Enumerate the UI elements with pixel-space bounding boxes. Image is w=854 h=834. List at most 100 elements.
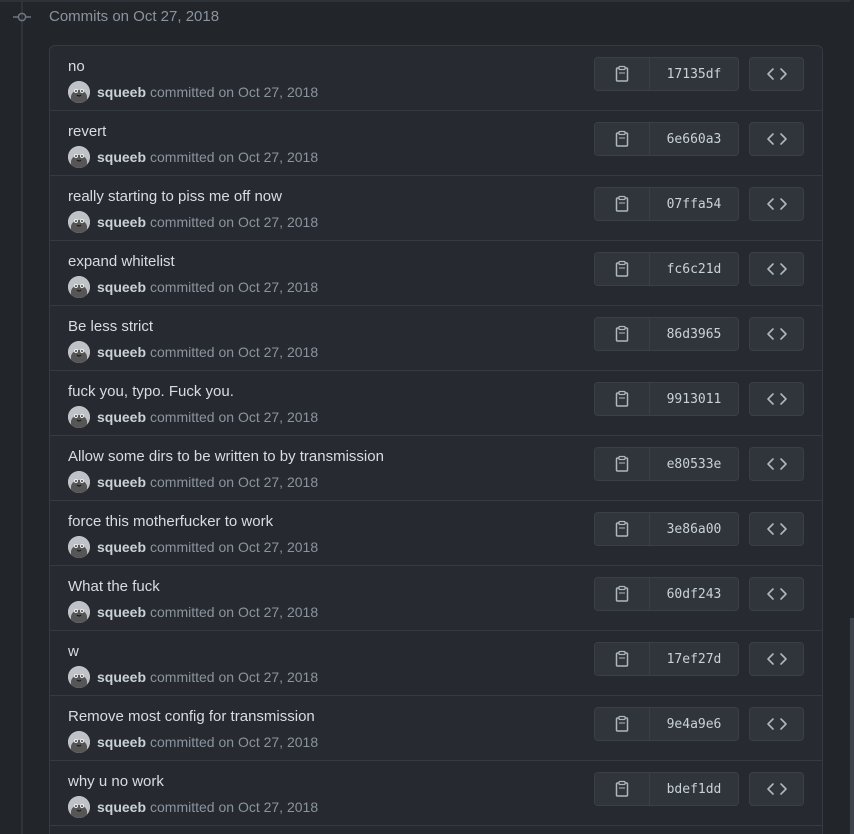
sha-button-group: 17135df — [594, 57, 739, 91]
commit-author-link[interactable]: squeeb — [97, 344, 146, 360]
copy-sha-button[interactable] — [595, 123, 650, 155]
commit-date: committed on Oct 27, 2018 — [150, 84, 319, 100]
commit-sha-link[interactable]: 6e660a3 — [650, 123, 738, 155]
avatar[interactable] — [68, 211, 90, 233]
code-icon — [766, 783, 787, 795]
commit-sha-link[interactable]: fc6c21d — [650, 253, 738, 285]
copy-sha-button[interactable] — [595, 58, 650, 90]
commit-author-link[interactable]: squeeb — [97, 409, 146, 425]
commit-row: really starting to piss me off now squee… — [50, 176, 822, 241]
copy-sha-button[interactable] — [595, 578, 650, 610]
clipboard-icon — [615, 455, 629, 472]
avatar[interactable] — [68, 276, 90, 298]
commit-author-link[interactable]: squeeb — [97, 279, 146, 295]
sha-button-group: 17ef27d — [594, 642, 739, 676]
scrollbar-thumb[interactable] — [850, 618, 854, 834]
commit-author-link[interactable]: squeeb — [97, 214, 146, 230]
copy-sha-button[interactable] — [595, 188, 650, 220]
browse-repository-button[interactable] — [749, 187, 804, 221]
commit-date: committed on Oct 27, 2018 — [150, 279, 319, 295]
commit-sha-link[interactable]: 17135df — [650, 58, 738, 90]
avatar[interactable] — [68, 341, 90, 363]
commit-list: no squeeb committed on Oct 27, 2018 1713… — [49, 45, 823, 834]
commit-sha-link[interactable]: 60df243 — [650, 578, 738, 610]
commit-author-link[interactable]: squeeb — [97, 734, 146, 750]
avatar[interactable] — [68, 146, 90, 168]
commit-message-link[interactable]: What the fuck — [68, 578, 160, 595]
commit-row: expand whitelist squeeb committed on Oct… — [50, 241, 822, 306]
commit-author-link[interactable]: squeeb — [97, 474, 146, 490]
commit-sha-link[interactable]: 3e86a00 — [650, 513, 738, 545]
sha-button-group: e80533e — [594, 447, 739, 481]
commit-author-link[interactable]: squeeb — [97, 149, 146, 165]
sha-button-group: fc6c21d — [594, 252, 739, 286]
commit-sha-link[interactable]: 07ffa54 — [650, 188, 738, 220]
commit-meta: squeeb committed on Oct 27, 2018 — [68, 470, 318, 494]
commit-date: committed on Oct 27, 2018 — [150, 474, 319, 490]
browse-repository-button[interactable] — [749, 57, 804, 91]
avatar[interactable] — [68, 666, 90, 688]
copy-sha-button[interactable] — [595, 708, 650, 740]
commit-sha-link[interactable]: e80533e — [650, 448, 738, 480]
avatar[interactable] — [68, 796, 90, 818]
code-icon — [766, 328, 787, 340]
scrollbar-track[interactable] — [850, 0, 854, 834]
commit-message-link[interactable]: expand whitelist — [68, 253, 175, 270]
commit-sha-link[interactable]: 17ef27d — [650, 643, 738, 675]
avatar[interactable] — [68, 731, 90, 753]
commit-sha-link[interactable]: 9e4a9e6 — [650, 708, 738, 740]
commit-author-link[interactable]: squeeb — [97, 84, 146, 100]
timeline-line — [21, 0, 23, 834]
commit-message-link[interactable]: w — [68, 643, 79, 660]
avatar[interactable] — [68, 81, 90, 103]
commit-message-link[interactable]: Allow some dirs to be written to by tran… — [68, 448, 384, 465]
commit-sha-link[interactable]: 86d3965 — [650, 318, 738, 350]
browse-repository-button[interactable] — [749, 577, 804, 611]
code-icon — [766, 653, 787, 665]
commit-date: committed on Oct 27, 2018 — [150, 344, 319, 360]
commit-message-link[interactable]: Be less strict — [68, 318, 153, 335]
commit-author-link[interactable]: squeeb — [97, 539, 146, 555]
commit-message-link[interactable]: Remove most config for transmission — [68, 708, 315, 725]
browse-repository-button[interactable] — [749, 252, 804, 286]
avatar[interactable] — [68, 471, 90, 493]
avatar[interactable] — [68, 536, 90, 558]
browse-repository-button[interactable] — [749, 447, 804, 481]
commit-message-link[interactable]: fuck you, typo. Fuck you. — [68, 383, 234, 400]
browse-repository-button[interactable] — [749, 707, 804, 741]
commit-author-link[interactable]: squeeb — [97, 604, 146, 620]
clipboard-icon — [615, 650, 629, 667]
browse-repository-button[interactable] — [749, 772, 804, 806]
copy-sha-button[interactable] — [595, 643, 650, 675]
clipboard-icon — [615, 325, 629, 342]
commit-sha-link[interactable]: bdef1dd — [650, 773, 738, 805]
commit-message-link[interactable]: force this motherfucker to work — [68, 513, 273, 530]
avatar[interactable] — [68, 406, 90, 428]
copy-sha-button[interactable] — [595, 318, 650, 350]
clipboard-icon — [615, 195, 629, 212]
commit-sha-link[interactable]: 9913011 — [650, 383, 738, 415]
commit-date-header: Commits on Oct 27, 2018 — [49, 8, 220, 25]
browse-repository-button[interactable] — [749, 122, 804, 156]
commit-message-link[interactable]: revert — [68, 123, 106, 140]
browse-repository-button[interactable] — [749, 382, 804, 416]
commit-meta: squeeb committed on Oct 27, 2018 — [68, 730, 318, 754]
browse-repository-button[interactable] — [749, 317, 804, 351]
copy-sha-button[interactable] — [595, 513, 650, 545]
copy-sha-button[interactable] — [595, 253, 650, 285]
commit-author-link[interactable]: squeeb — [97, 669, 146, 685]
commit-row: revert squeeb committed on Oct 27, 2018 … — [50, 111, 822, 176]
code-icon — [766, 68, 787, 80]
browse-repository-button[interactable] — [749, 642, 804, 676]
commit-message-link[interactable]: no — [68, 58, 85, 75]
commit-meta: squeeb committed on Oct 27, 2018 — [68, 795, 318, 819]
commit-author-link[interactable]: squeeb — [97, 799, 146, 815]
copy-sha-button[interactable] — [595, 773, 650, 805]
commit-message-link[interactable]: really starting to piss me off now — [68, 188, 282, 205]
commit-meta: squeeb committed on Oct 27, 2018 — [68, 145, 318, 169]
copy-sha-button[interactable] — [595, 383, 650, 415]
avatar[interactable] — [68, 601, 90, 623]
commit-message-link[interactable]: why u no work — [68, 773, 164, 790]
copy-sha-button[interactable] — [595, 448, 650, 480]
browse-repository-button[interactable] — [749, 512, 804, 546]
